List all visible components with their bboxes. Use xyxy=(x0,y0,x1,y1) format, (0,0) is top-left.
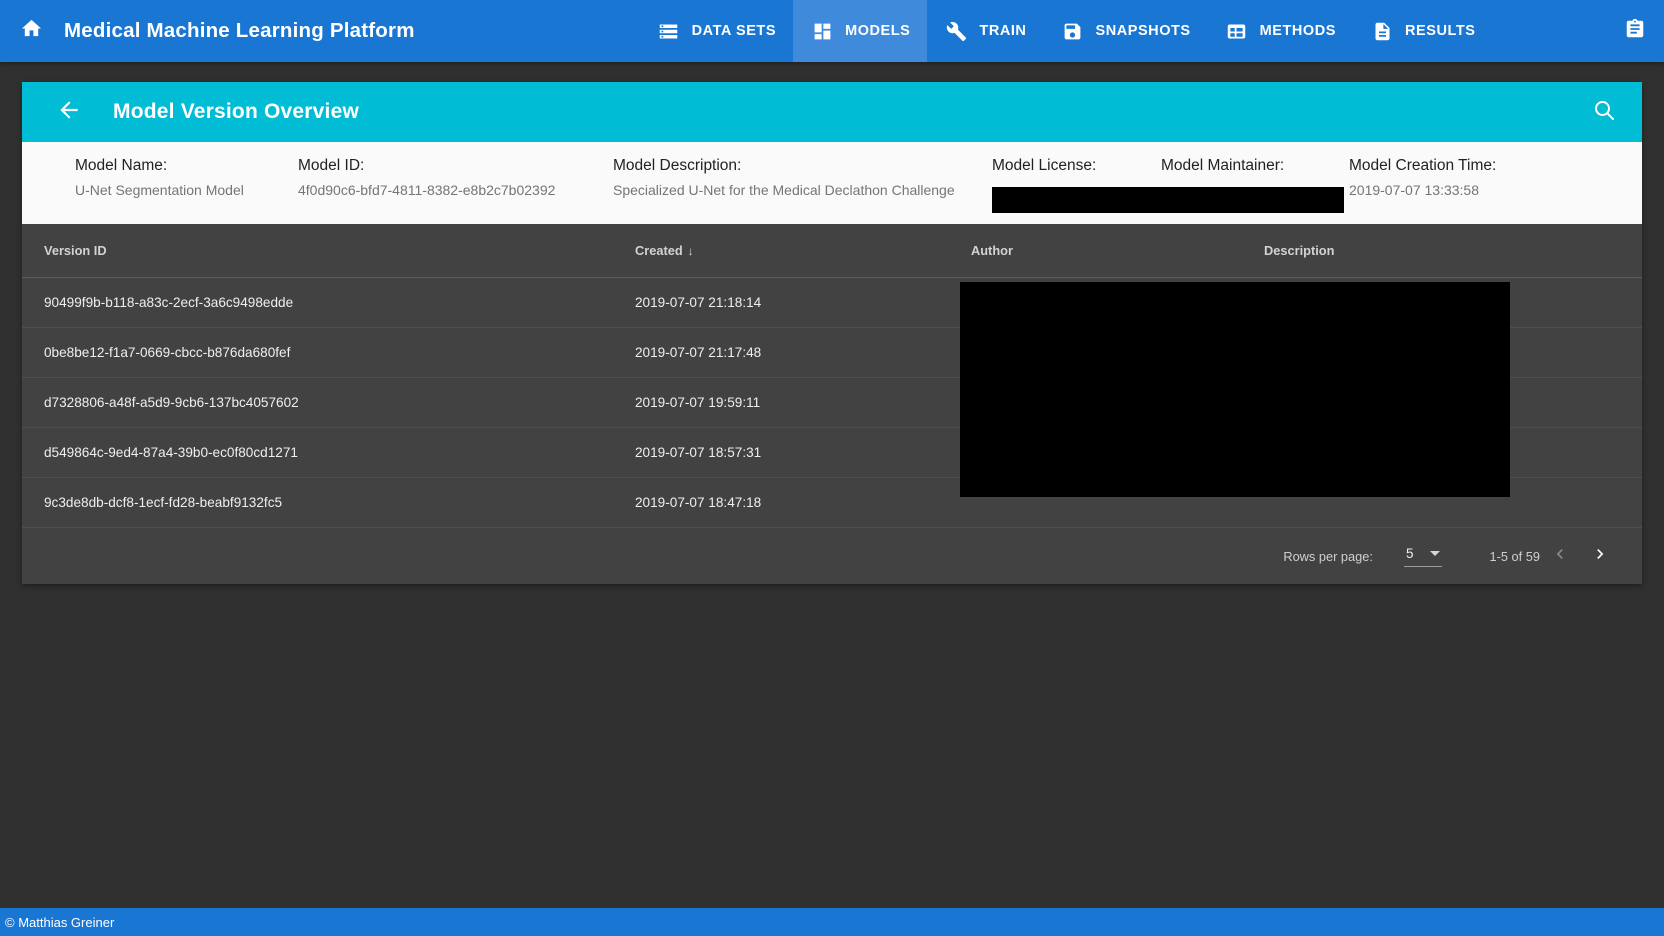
back-button[interactable] xyxy=(56,97,82,128)
card-header: Model Version Overview xyxy=(22,82,1642,142)
column-label: Author xyxy=(971,243,1013,258)
column-header-description[interactable]: Description xyxy=(1264,224,1642,278)
meta-value: 4f0d90c6-bfd7-4811-8382-e8b2c7b02392 xyxy=(298,182,556,198)
chevron-down-icon xyxy=(1430,551,1441,556)
nav-label: SNAPSHOTS xyxy=(1095,23,1191,39)
meta-label: Model Maintainer: xyxy=(1161,157,1285,174)
cell-created: 2019-07-07 18:57:31 xyxy=(635,427,971,478)
page-title: Model Version Overview xyxy=(113,100,359,123)
footer: © Matthias Greiner xyxy=(0,908,1664,936)
table-head: Version ID Created ↓ Author Description xyxy=(22,224,1642,278)
top-navigation-bar: Medical Machine Learning Platform DATA S… xyxy=(0,0,1664,62)
column-header-author[interactable]: Author xyxy=(971,224,1264,278)
save-icon xyxy=(1060,19,1084,43)
meta-model-license: Model License: xyxy=(992,155,1096,177)
meta-value: 2019-07-07 13:33:58 xyxy=(1349,182,1479,198)
meta-label: Model License: xyxy=(992,157,1097,174)
meta-label: Model Description: xyxy=(613,157,742,174)
meta-value: Specialized U-Net for the Medical Declat… xyxy=(613,182,955,198)
nav-label: TRAIN xyxy=(979,23,1027,39)
meta-label: Model ID: xyxy=(298,157,365,174)
cell-version-id: d7328806-a48f-a5d9-9cb6-137bc4057602 xyxy=(22,377,635,428)
cell-version-id: 9c3de8db-dcf8-1ecf-fd28-beabf9132fc5 xyxy=(22,477,635,528)
pagination-range-label: 1-5 of 59 xyxy=(1489,548,1540,564)
chevron-right-icon xyxy=(1590,544,1610,569)
nav-item-methods[interactable]: METHODS xyxy=(1208,0,1353,62)
meta-value: U-Net Segmentation Model xyxy=(75,182,244,198)
nav-label: METHODS xyxy=(1259,23,1337,39)
search-button[interactable] xyxy=(1592,98,1624,127)
home-button[interactable] xyxy=(0,0,62,62)
column-header-version-id[interactable]: Version ID xyxy=(22,224,635,278)
nav-item-snapshots[interactable]: SNAPSHOTS xyxy=(1043,0,1207,62)
assignment-button[interactable] xyxy=(1606,0,1664,62)
dashboard-icon xyxy=(810,19,834,43)
nav-item-train[interactable]: TRAIN xyxy=(927,0,1043,62)
meta-model-id: Model ID: 4f0d90c6-bfd7-4811-8382-e8b2c7… xyxy=(298,155,555,201)
nav-item-data-sets[interactable]: DATA SETS xyxy=(640,0,793,62)
meta-model-name: Model Name: U-Net Segmentation Model xyxy=(75,155,244,201)
clipboard-icon xyxy=(1624,18,1646,45)
meta-label: Model Creation Time: xyxy=(1349,157,1497,174)
cell-created: 2019-07-07 19:59:11 xyxy=(635,377,971,428)
meta-label: Model Name: xyxy=(75,157,168,174)
next-page-button[interactable] xyxy=(1580,536,1620,576)
nav-label: RESULTS xyxy=(1405,23,1476,39)
search-icon xyxy=(1592,98,1616,127)
cell-version-id: 0be8be12-f1a7-0669-cbcc-b876da680fef xyxy=(22,327,635,378)
nav-label: DATA SETS xyxy=(691,23,777,39)
table-chart-icon xyxy=(1225,19,1249,43)
app-title: Medical Machine Learning Platform xyxy=(64,19,415,42)
cell-created: 2019-07-07 21:18:14 xyxy=(635,277,971,328)
rows-per-page-value: 5 xyxy=(1405,546,1414,561)
redaction-overlay-table xyxy=(960,282,1510,497)
previous-page-button[interactable] xyxy=(1540,536,1580,576)
cell-version-id: d549864c-9ed4-87a4-39b0-ec0f80cd1271 xyxy=(22,427,635,478)
meta-model-description: Model Description: Specialized U-Net for… xyxy=(613,155,955,201)
cell-created: 2019-07-07 21:17:48 xyxy=(635,327,971,378)
nav-item-results[interactable]: RESULTS xyxy=(1353,0,1492,62)
model-metadata-strip: Model Name: U-Net Segmentation Model Mod… xyxy=(22,142,1642,224)
wrench-icon xyxy=(944,19,968,43)
home-icon xyxy=(20,17,43,45)
description-icon xyxy=(1370,19,1394,43)
nav-items: DATA SETS MODELS TRAIN SNAPSHOTS METHODS xyxy=(640,0,1493,62)
copyright-text: © Matthias Greiner xyxy=(5,914,115,930)
rows-per-page-select[interactable]: 5 xyxy=(1403,545,1443,567)
rows-per-page-label: Rows per page: xyxy=(1283,548,1373,564)
cell-created: 2019-07-07 18:47:18 xyxy=(635,477,971,528)
column-label: Version ID xyxy=(44,243,107,258)
model-version-overview-card: Model Version Overview Model Name: U-Net… xyxy=(22,82,1642,584)
redaction-overlay-metadata xyxy=(992,187,1344,213)
column-label: Created xyxy=(635,243,683,258)
cell-version-id: 90499f9b-b118-a83c-2ecf-3a6c9498edde xyxy=(22,277,635,328)
table-header-row: Version ID Created ↓ Author Description xyxy=(22,224,1642,278)
table-paginator: Rows per page: 5 1-5 of 59 xyxy=(22,528,1642,584)
chevron-left-icon xyxy=(1550,544,1570,569)
column-label: Description xyxy=(1264,243,1335,258)
column-header-created[interactable]: Created ↓ xyxy=(635,224,971,278)
storage-icon xyxy=(657,19,681,43)
nav-label: MODELS xyxy=(845,23,911,39)
meta-model-maintainer: Model Maintainer: xyxy=(1161,155,1284,177)
nav-item-models[interactable]: MODELS xyxy=(793,0,928,62)
sort-descending-icon: ↓ xyxy=(687,244,694,258)
arrow-back-icon xyxy=(56,97,82,128)
meta-model-creation-time: Model Creation Time: 2019-07-07 13:33:58 xyxy=(1349,155,1496,201)
